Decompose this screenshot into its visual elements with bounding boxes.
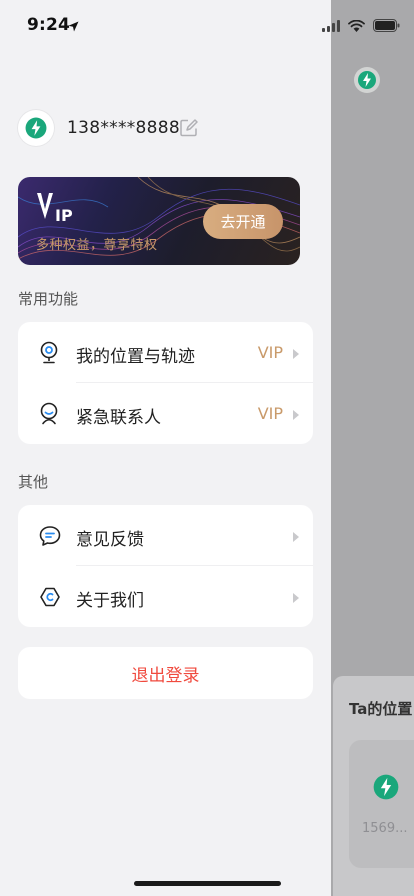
menu-item-label: 我的位置与轨迹 (76, 347, 195, 367)
section-title-common: 常用功能 (18, 290, 79, 308)
vip-subtitle: 多种权益，尊享特权 (36, 238, 158, 253)
menu-item-emergency-contacts[interactable]: 紧急联系人 VIP (18, 383, 313, 444)
contact-person-icon (38, 402, 60, 426)
chevron-right-icon (293, 532, 299, 542)
logout-button[interactable]: 退出登录 (18, 647, 313, 699)
status-time: 9:24 (27, 15, 71, 35)
user-phone: 138****8888 (67, 118, 181, 138)
vip-activate-button[interactable]: 去开通 (203, 204, 283, 239)
chevron-right-icon (293, 410, 299, 420)
vip-badge: VIP (257, 343, 283, 362)
common-functions-card: 我的位置与轨迹 VIP 紧急联系人 VIP (18, 322, 313, 444)
other-functions-card: 意见反馈 关于我们 (18, 505, 313, 627)
background-section-title: Ta的位置 (349, 700, 413, 718)
contact-avatar-icon (373, 774, 399, 804)
wifi-icon (348, 17, 365, 36)
chevron-right-icon (293, 349, 299, 359)
home-indicator[interactable] (134, 881, 281, 886)
menu-item-label: 紧急联系人 (76, 408, 161, 428)
vip-logo-text: IP (55, 206, 73, 225)
status-bar: 9:24 (0, 0, 414, 50)
chat-bubble-icon (38, 524, 61, 548)
menu-item-feedback[interactable]: 意见反馈 (18, 505, 313, 566)
menu-item-label: 意见反馈 (76, 530, 144, 550)
location-arrow-icon (68, 17, 79, 36)
edit-icon[interactable] (179, 118, 199, 142)
status-indicators (322, 17, 400, 36)
vip-logo: IP (36, 191, 80, 229)
user-profile[interactable]: 138****8888 (18, 110, 318, 150)
signal-icon (322, 17, 340, 36)
section-title-other: 其他 (18, 473, 49, 491)
menu-item-about-us[interactable]: 关于我们 (18, 566, 313, 627)
app-logo-icon (25, 117, 47, 139)
hexagon-icon (38, 585, 60, 609)
background-contact-phone: 1569... (362, 821, 408, 836)
battery-icon (373, 17, 400, 36)
background-contact-card (349, 740, 414, 868)
avatar[interactable] (18, 110, 54, 146)
menu-item-location-track[interactable]: 我的位置与轨迹 VIP (18, 322, 313, 383)
chevron-right-icon (293, 593, 299, 603)
location-pin-icon (38, 341, 60, 365)
side-drawer: 138****8888 IP 多种权益，尊享特权 去开通 常用功能 我的位置与轨… (0, 0, 331, 896)
app-logo-icon (354, 67, 380, 93)
vip-promo-card[interactable]: IP 多种权益，尊享特权 去开通 (18, 177, 300, 265)
menu-item-label: 关于我们 (76, 591, 144, 611)
vip-badge: VIP (257, 404, 283, 423)
